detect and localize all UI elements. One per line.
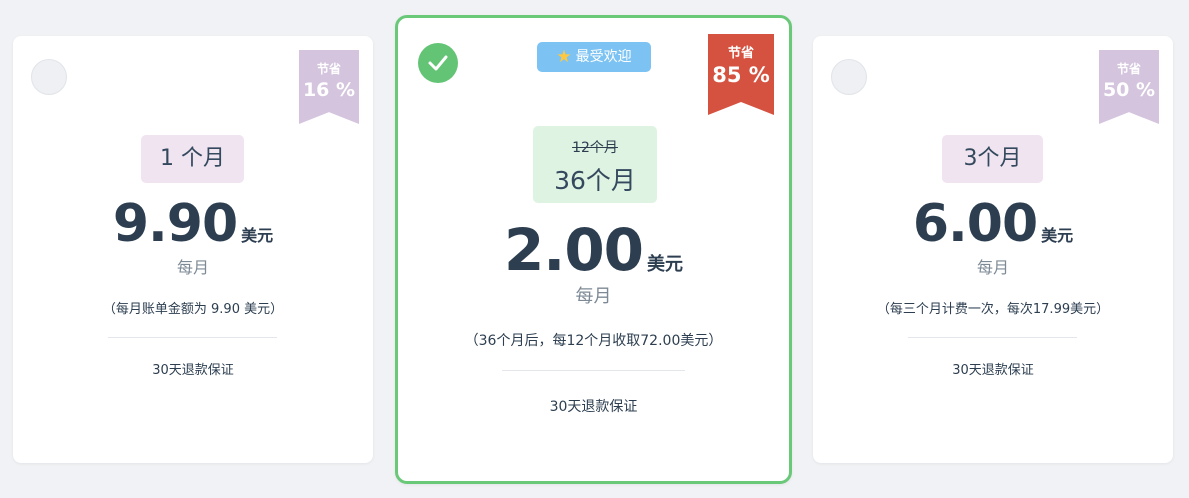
per-month-label: 每月: [976, 258, 1009, 277]
savings-percent: 50 %: [1102, 79, 1156, 101]
per-month-label: 每月: [176, 258, 209, 277]
plan-currency: 美元: [241, 226, 274, 245]
plan-radio-1-month[interactable]: [31, 59, 67, 95]
money-back-guarantee: 30天退款保证: [549, 399, 638, 415]
price-row: 9.90 美元: [13, 194, 373, 254]
plan-currency: 美元: [647, 254, 684, 275]
original-period: 12个月: [572, 140, 618, 156]
savings-percent: 85 %: [712, 63, 770, 87]
plan-price: 6.00: [912, 194, 1038, 254]
savings-label: 节省: [316, 62, 341, 76]
plan-radio-3-months[interactable]: [831, 59, 867, 95]
savings-ribbon: 节省 50 %: [1099, 50, 1159, 124]
billing-note: （36个月后，每12个月收取72.00美元）: [464, 333, 723, 349]
savings-label: 节省: [1116, 62, 1141, 76]
promo-period: 36个月: [554, 166, 636, 195]
plan-radio-36-months[interactable]: [418, 43, 458, 83]
price-row: 6.00 美元: [813, 194, 1173, 254]
divider: [108, 337, 277, 338]
plan-card-36-months[interactable]: ★ 最受欢迎 节省 85 % 12个月 36个月 2.00 美元 每月 （36个月后…: [395, 15, 792, 484]
per-month-label: 每月: [575, 286, 612, 307]
plan-card-1-month[interactable]: 节省 16 % 1 个月 9.90 美元 每月 （每月账单金额为 9.90 美元）…: [13, 36, 373, 463]
star-icon: ★: [556, 47, 572, 67]
check-icon: [428, 55, 448, 71]
savings-ribbon: 节省 16 %: [299, 50, 359, 124]
money-back-guarantee: 30天退款保证: [952, 363, 1034, 378]
billing-note: （每月账单金额为 9.90 美元）: [102, 302, 284, 317]
plan-period: 1 个月: [141, 135, 244, 183]
plan-price: 9.90: [112, 194, 238, 254]
divider: [908, 337, 1077, 338]
price-row: 2.00 美元: [398, 216, 789, 284]
savings-ribbon: 节省 85 %: [708, 34, 774, 115]
badge-label: 最受欢迎: [575, 49, 632, 65]
plan-period: 12个月 36个月: [533, 126, 657, 203]
plan-price: 2.00: [503, 216, 644, 284]
plan-currency: 美元: [1041, 226, 1074, 245]
billing-note: （每三个月计费一次，每次17.99美元）: [876, 302, 1110, 317]
most-popular-badge: ★ 最受欢迎: [537, 42, 651, 72]
savings-percent: 16 %: [302, 79, 356, 101]
plan-card-3-months[interactable]: 节省 50 % 3个月 6.00 美元 每月 （每三个月计费一次，每次17.99美…: [813, 36, 1173, 463]
money-back-guarantee: 30天退款保证: [152, 363, 234, 378]
divider: [502, 370, 685, 371]
savings-label: 节省: [727, 46, 754, 61]
plan-period: 3个月: [942, 135, 1043, 183]
